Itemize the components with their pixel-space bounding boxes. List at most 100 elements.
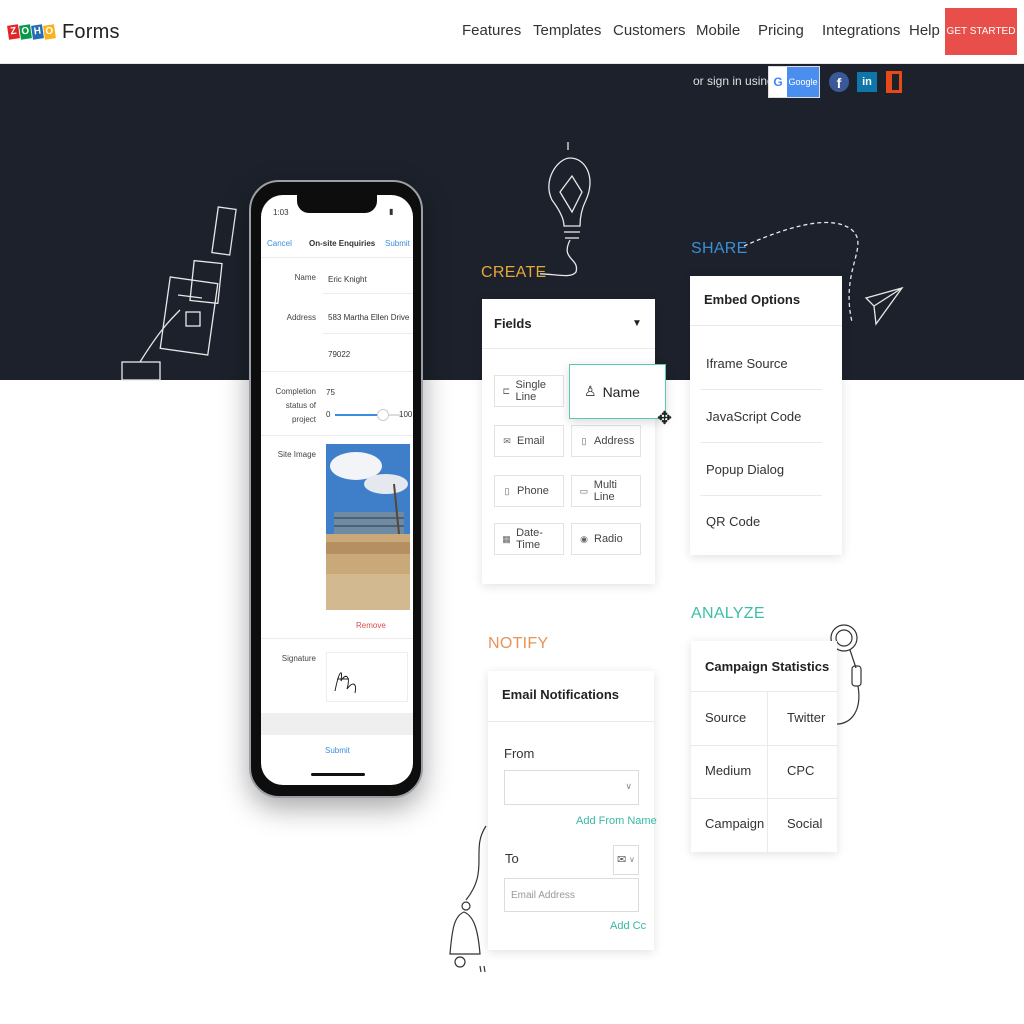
divider: [261, 435, 413, 436]
field-email[interactable]: ✉ Email: [494, 425, 564, 457]
google-icon: G: [773, 75, 783, 89]
site-image: [326, 444, 410, 610]
nav-features[interactable]: Features: [462, 22, 521, 39]
google-label: Google: [787, 67, 819, 97]
single-line-icon: ⊏: [502, 385, 510, 396]
field-date-time[interactable]: ▦ Date-Time: [494, 523, 564, 555]
divider: [323, 293, 413, 294]
logo-letter-z: Z: [7, 24, 20, 40]
embed-qr-code[interactable]: QR Code: [706, 514, 760, 529]
slider-knob[interactable]: [377, 409, 389, 421]
submit-bottom-button[interactable]: Submit: [325, 746, 350, 755]
fields-divider: [482, 348, 655, 349]
logo-letter-h: H: [31, 24, 44, 40]
get-started-button[interactable]: GET STARTED: [945, 8, 1017, 55]
move-cursor-icon: ✥: [657, 408, 673, 428]
fields-collapse-icon[interactable]: ▼: [632, 318, 642, 329]
lightbulb-sketch-icon: [540, 142, 591, 277]
cancel-button[interactable]: Cancel: [267, 239, 292, 248]
from-label: From: [504, 746, 535, 761]
page: Z O H O Forms Features Templates Custome…: [0, 0, 1024, 1024]
stat-key-campaign: Campaign: [705, 816, 765, 831]
address-line1-value[interactable]: 583 Martha Ellen Drive: [328, 313, 409, 322]
facebook-signin-button[interactable]: f: [829, 66, 849, 98]
sign-in-prompt: or sign in using: [693, 74, 774, 88]
phone-mockup: 1:03 ▮ Cancel On-site Enquiries Submit N…: [249, 180, 423, 798]
address-label: Address: [286, 313, 316, 322]
zoho-forms-logo[interactable]: Z O H O Forms: [7, 18, 120, 46]
notify-section-label: NOTIFY: [488, 635, 549, 652]
analyze-column-divider: [767, 691, 768, 852]
field-single-line-label: Single Line: [515, 379, 547, 403]
stat-value-twitter: Twitter: [787, 710, 826, 725]
home-indicator: [311, 773, 365, 776]
office-icon: [886, 71, 902, 93]
chevron-down-icon: ∨: [625, 781, 632, 791]
name-value[interactable]: Eric Knight: [328, 275, 367, 284]
to-picker-button[interactable]: ✉ ∨: [613, 845, 639, 875]
divider: [261, 638, 413, 639]
field-single-line[interactable]: ⊏ Single Line: [494, 375, 564, 407]
nav-mobile[interactable]: Mobile: [696, 22, 740, 39]
linkedin-icon: in: [857, 72, 877, 92]
submit-top-button[interactable]: Submit: [385, 239, 410, 248]
embed-divider: [700, 442, 822, 443]
linkedin-signin-button[interactable]: in: [857, 66, 877, 98]
nav-pricing[interactable]: Pricing: [758, 22, 804, 39]
phone-notch: [297, 195, 377, 213]
embed-divider: [690, 325, 842, 326]
field-address[interactable]: ▯ Address: [571, 425, 641, 457]
site-image-label: Site Image: [277, 450, 316, 459]
office-signin-button[interactable]: [885, 66, 903, 98]
embed-divider: [700, 495, 822, 496]
nav-customers[interactable]: Customers: [613, 22, 686, 39]
campaign-statistics-title: Campaign Statistics: [705, 659, 830, 674]
documents-sketch-icon: [121, 206, 237, 381]
slider-fill: [335, 414, 382, 416]
field-multi-line[interactable]: ▭ Multi Line: [571, 475, 641, 507]
address-zip-value[interactable]: 79022: [328, 350, 350, 359]
field-address-label: Address: [594, 435, 635, 447]
status-time: 1:03: [273, 208, 289, 217]
field-radio[interactable]: ◉ Radio: [571, 523, 641, 555]
add-from-name-link[interactable]: Add From Name: [576, 815, 657, 827]
completion-value: 75: [326, 388, 335, 397]
name-label: Name: [294, 273, 316, 282]
nav-templates[interactable]: Templates: [533, 22, 601, 39]
google-signin-button[interactable]: G Google: [768, 66, 820, 98]
multi-line-icon: ▭: [579, 485, 589, 496]
embed-popup-dialog[interactable]: Popup Dialog: [706, 462, 784, 477]
create-section-label: CREATE: [481, 264, 547, 281]
battery-icon: ▮: [389, 207, 394, 216]
stat-key-medium: Medium: [705, 763, 752, 778]
field-phone[interactable]: ▯ Phone: [494, 475, 564, 507]
to-label: To: [505, 851, 519, 866]
analyze-section-label: ANALYZE: [691, 605, 765, 622]
embed-iframe-source[interactable]: Iframe Source: [706, 356, 788, 371]
slider-min: 0: [326, 410, 331, 419]
form-footer-band: [261, 713, 413, 735]
header-divider: [261, 257, 413, 258]
dragging-name-field[interactable]: ♙ Name: [569, 364, 666, 419]
person-icon: ♙: [584, 383, 597, 399]
logo-letter-o: O: [19, 24, 32, 40]
field-date-time-label: Date-Time: [516, 527, 543, 551]
field-radio-label: Radio: [594, 533, 623, 545]
add-cc-link[interactable]: Add Cc: [610, 920, 646, 932]
form-title: On-site Enquiries: [309, 239, 376, 248]
from-select[interactable]: ∨: [504, 770, 639, 805]
signature-label: Signature: [281, 654, 316, 663]
date-time-icon: ▦: [502, 533, 511, 544]
analyze-divider: [691, 691, 837, 692]
nav-help[interactable]: Help: [909, 22, 940, 39]
signature-pad[interactable]: [326, 652, 408, 702]
email-notifications-title: Email Notifications: [502, 687, 620, 702]
embed-javascript-code[interactable]: JavaScript Code: [706, 409, 801, 424]
completion-slider[interactable]: [335, 409, 401, 421]
nav-integrations[interactable]: Integrations: [822, 22, 900, 39]
to-email-input[interactable]: Email Address: [504, 878, 639, 912]
remove-image-link[interactable]: Remove: [356, 621, 386, 630]
field-multi-line-label: Multi Line: [593, 479, 618, 503]
logo-letter-o2: O: [43, 24, 56, 40]
completion-label: Completion status of project: [275, 387, 316, 424]
